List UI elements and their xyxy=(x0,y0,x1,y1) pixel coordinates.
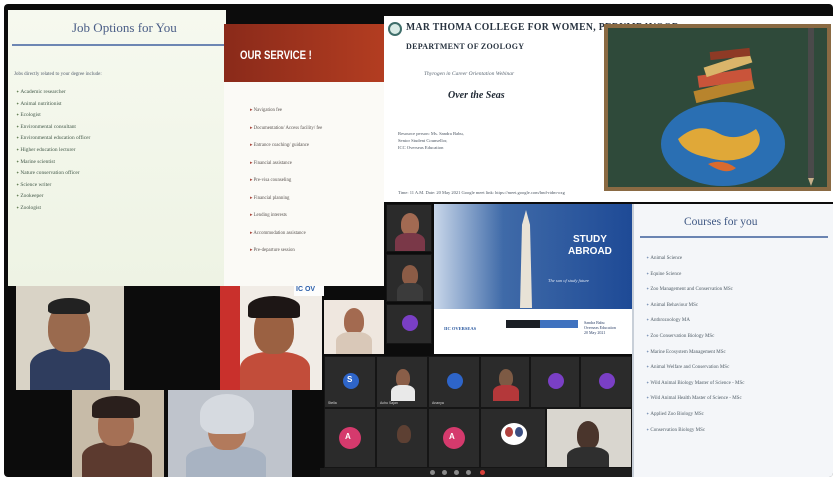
list-item: Environmental consultant xyxy=(16,121,90,133)
department-name: DEPARTMENT OF ZOOLOGY xyxy=(406,42,525,51)
participant-video-tile[interactable] xyxy=(480,408,546,468)
resource-line: Senior Student Counsellor, xyxy=(398,138,448,143)
list-item: Zoologist xyxy=(16,202,90,214)
list-item: Animal Science xyxy=(646,250,744,266)
list-item: Science writer xyxy=(16,179,90,191)
partial-logo: IC OV xyxy=(296,286,316,293)
list-item: Anthrozoology MA xyxy=(646,312,744,328)
resource-line: ICC Overseas Education xyxy=(398,145,444,150)
event-title: Over the Seas xyxy=(448,90,505,101)
list-item: Zookeeper xyxy=(16,190,90,202)
participant-video-tile[interactable]: Ananya xyxy=(428,356,480,408)
participant-video-tile[interactable] xyxy=(72,390,164,477)
participant-video-tile[interactable] xyxy=(376,408,428,468)
share-icon[interactable] xyxy=(454,470,459,475)
webinar-poster: MAR THOMA COLLEGE FOR WOMEN, PERUMBAVOOR… xyxy=(384,16,833,202)
our-service-title: OUR SERVICE ! xyxy=(240,48,312,62)
participant-video-tile[interactable] xyxy=(16,286,124,390)
participant-video-tile[interactable] xyxy=(580,356,632,408)
presenter-bar-accent xyxy=(540,320,578,328)
participant-video-tile[interactable] xyxy=(530,356,580,408)
heading-line: STUDY xyxy=(572,234,607,245)
avatar-initial: S xyxy=(347,375,353,384)
service-list: Navigation fee Documentation/ Access fac… xyxy=(250,102,322,260)
participant-video-tile[interactable]: Achu Sajan xyxy=(376,356,428,408)
list-item: Zoo Conservation Biology MSc xyxy=(646,328,744,344)
chalkboard-illustration xyxy=(604,24,831,191)
list-item: Wild Animal Health Master of Science - M… xyxy=(646,390,744,406)
list-item: Academic researcher xyxy=(16,86,90,98)
list-item: Environmental education officer xyxy=(16,132,90,144)
college-logo-icon xyxy=(388,22,402,36)
study-abroad-slide: STUDY ABROAD The sun of study future IIC… xyxy=(434,204,632,354)
list-item: Financial assistance xyxy=(250,155,322,173)
meeting-toolbar xyxy=(320,468,632,477)
participant-video-tile[interactable] xyxy=(546,408,632,468)
list-item: Marine scientist xyxy=(16,156,90,168)
participant-video-tile[interactable] xyxy=(480,356,530,408)
study-tagline: The sun of study future xyxy=(548,278,590,283)
title-divider xyxy=(640,236,828,238)
list-item: Lending interests xyxy=(250,207,322,225)
list-item: Conservation Biology MSc xyxy=(646,422,744,438)
participant-name: Stella xyxy=(328,401,337,405)
list-item: Entrance coaching/ guidance xyxy=(250,137,322,155)
participant-video-tile[interactable] xyxy=(324,300,384,354)
avatar-initial: A xyxy=(449,432,455,441)
study-abroad-heading: STUDY ABROAD xyxy=(568,234,612,258)
job-options-list: Academic researcher Animal nutritionist … xyxy=(16,86,90,214)
participant-video-tile[interactable]: A xyxy=(428,408,480,468)
list-item: Higher education lecturer xyxy=(16,144,90,156)
list-item: Documentation/ Access facility/ fee xyxy=(250,120,323,138)
list-item: Accommodation assistance xyxy=(250,225,322,243)
participant-video-tile[interactable] xyxy=(220,286,322,390)
courses-slide: Courses for you Animal Science Equine Sc… xyxy=(632,204,833,477)
list-item: Nature conservation officer xyxy=(16,167,90,179)
camera-icon[interactable] xyxy=(442,470,447,475)
list-item: Animal Behaviour MSc xyxy=(646,297,744,313)
list-item: Animal Welfare and Conservation MSc xyxy=(646,359,744,375)
resource-person: Resource person: Ms. Sandra Babu, Senior… xyxy=(398,130,464,151)
list-item: Navigation fee xyxy=(250,102,322,120)
participant-video-tile[interactable] xyxy=(168,390,292,477)
courses-list: Animal Science Equine Science Zoo Manage… xyxy=(646,250,744,437)
list-item: Zoo Management and Conservation MSc xyxy=(646,281,744,297)
mic-icon[interactable] xyxy=(430,470,435,475)
list-item: Ecologist xyxy=(16,109,90,121)
job-options-intro: Jobs directly related to your degree inc… xyxy=(14,72,102,77)
presenter-details: Sandra Babu Overseas Education 20 May 20… xyxy=(584,320,616,335)
chat-icon[interactable] xyxy=(466,470,471,475)
list-item: Pre-departure session xyxy=(250,242,322,260)
title-divider xyxy=(12,44,224,46)
participant-name: Ananya xyxy=(432,401,444,405)
job-options-title: Job Options for You xyxy=(72,20,177,35)
participant-video-tile[interactable] xyxy=(386,304,432,344)
list-item: Equine Science xyxy=(646,266,744,282)
list-item: Animal nutritionist xyxy=(16,98,90,110)
participant-name: Achu Sajan xyxy=(380,401,398,405)
participant-video-tile[interactable]: A xyxy=(324,408,376,468)
list-item: Marine Ecosystem Management MSc xyxy=(646,344,744,360)
event-details-footer: Time: 11 A.M. Date: 20 May 2021 Google m… xyxy=(398,190,565,195)
courses-title: Courses for you xyxy=(684,216,758,228)
job-options-slide: Job Options for You Jobs directly relate… xyxy=(8,10,226,286)
participant-video-tile[interactable]: S Stella xyxy=(324,356,376,408)
pencil-icon xyxy=(808,28,814,186)
brand-logo: IIC OVERSEAS xyxy=(444,326,477,331)
resource-line: Resource person: Ms. Sandra Babu, xyxy=(398,131,464,136)
detail-line: 20 May 2021 xyxy=(584,330,606,335)
list-item: Financial planning xyxy=(250,190,322,208)
participant-video-tile[interactable] xyxy=(386,254,432,302)
list-item: Pre-visa counseling xyxy=(250,172,322,190)
list-item: Wild Animal Biology Master of Science - … xyxy=(646,375,744,391)
collage-frame: Job Options for You Jobs directly relate… xyxy=(4,4,833,477)
end-call-icon[interactable] xyxy=(480,470,485,475)
participant-video-tile[interactable] xyxy=(386,204,432,252)
our-service-slide: OUR SERVICE ! Navigation fee Documentati… xyxy=(224,24,384,286)
list-item: Applied Zoo Biology MSc xyxy=(646,406,744,422)
avatar-initial: A xyxy=(345,432,351,441)
globe-books-icon xyxy=(661,47,785,186)
webinar-subtitle: Thyrogen in Career Orientation Webinar xyxy=(424,71,515,77)
heading-line: ABROAD xyxy=(568,246,612,257)
